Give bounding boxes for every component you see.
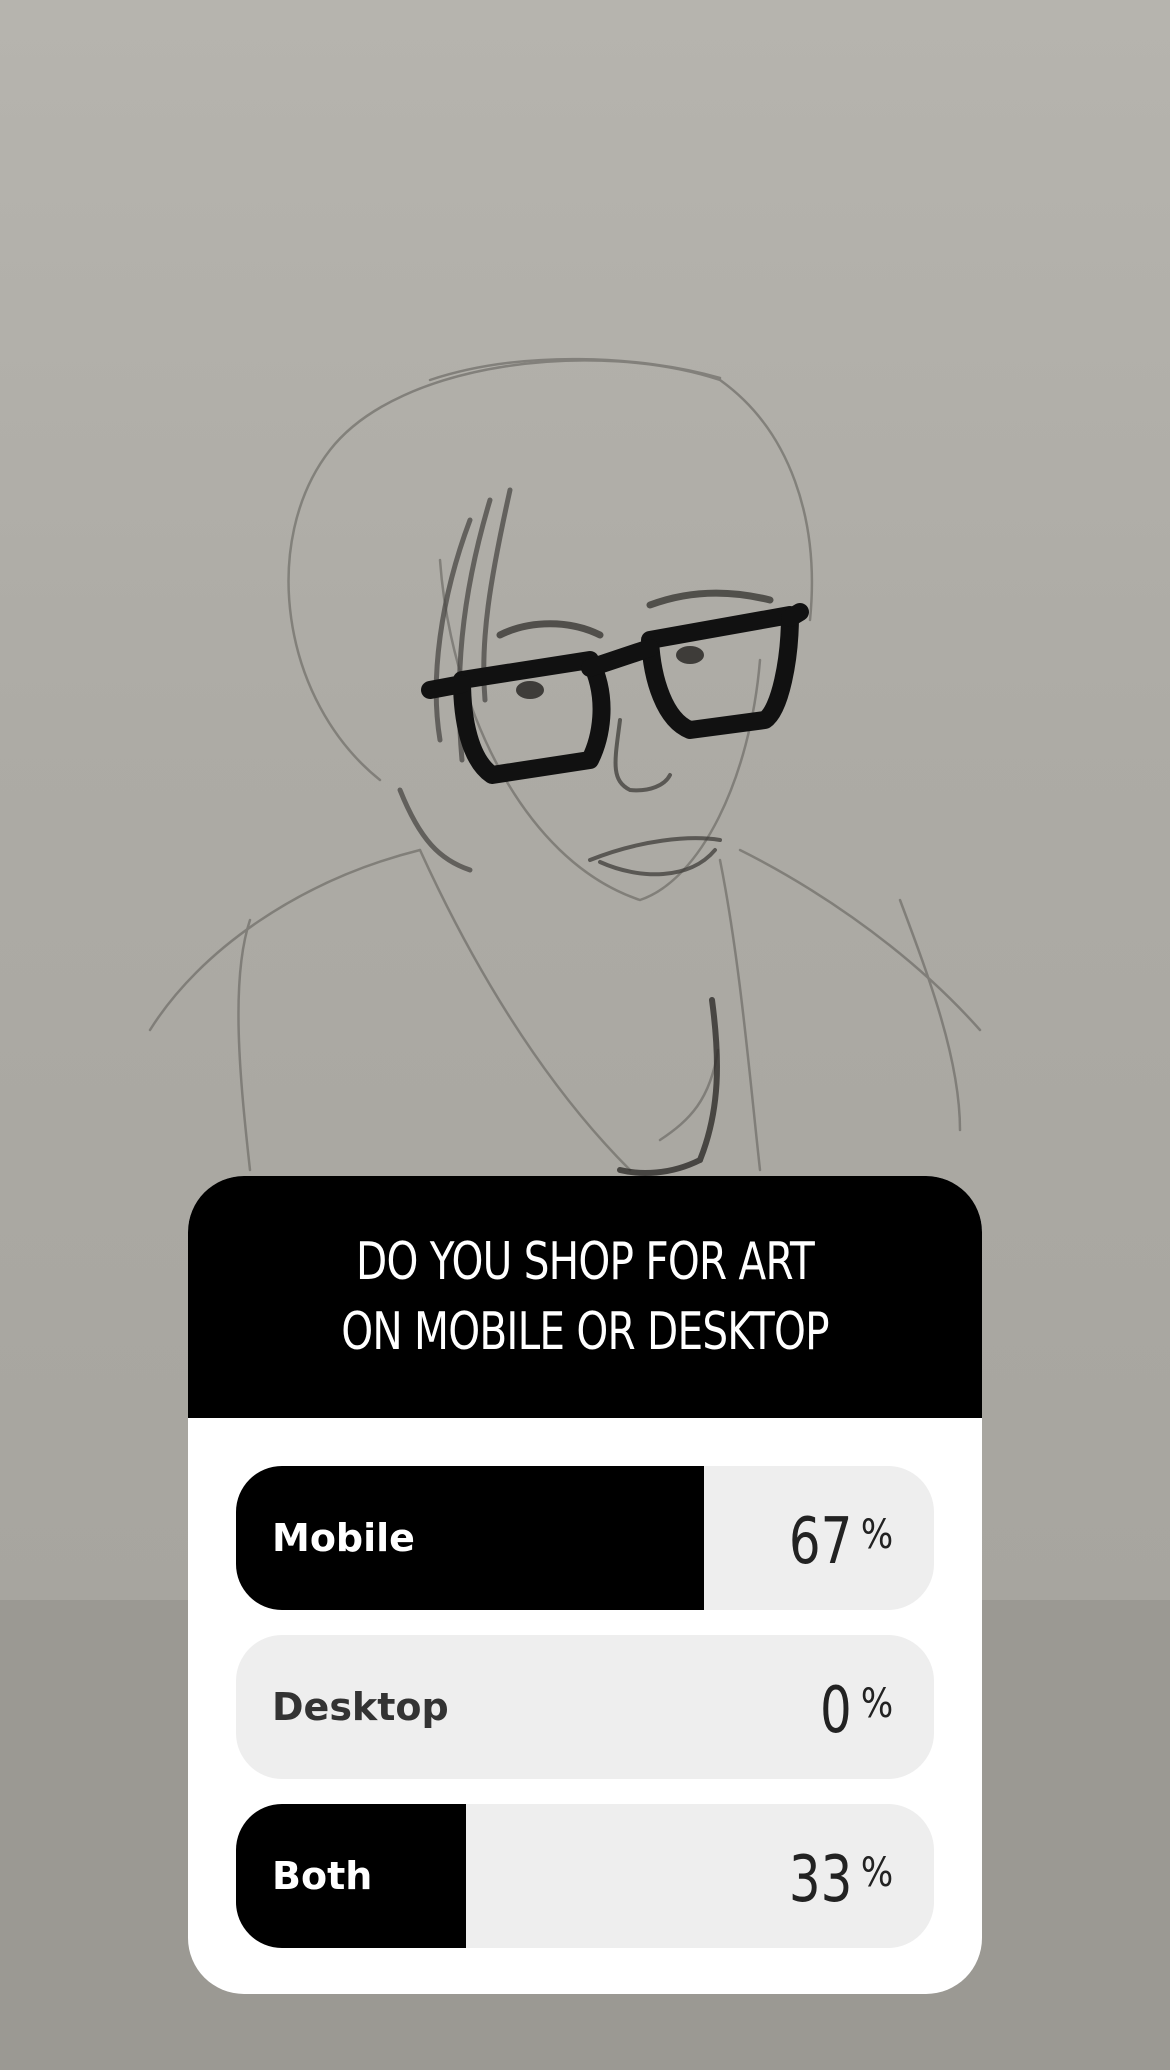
percent-sign: % — [860, 1512, 894, 1558]
poll-option-label: Both — [272, 1854, 373, 1898]
poll-option-both[interactable]: Both 33 % — [236, 1804, 934, 1948]
story-screen: DO YOU SHOP FOR ART ON MOBILE OR DESKTOP… — [0, 0, 1170, 2070]
poll-option-percent: 0 % — [811, 1635, 896, 1779]
poll-option-desktop[interactable]: Desktop 0 % — [236, 1635, 934, 1779]
poll-option-percent: 67 % — [771, 1466, 896, 1610]
poll-option-mobile[interactable]: Mobile 67 % — [236, 1466, 934, 1610]
percent-value: 0 — [820, 1674, 852, 1748]
percent-value: 67 — [788, 1505, 852, 1579]
poll-sticker: DO YOU SHOP FOR ART ON MOBILE OR DESKTOP… — [188, 1176, 982, 1994]
percent-value: 33 — [788, 1843, 852, 1917]
percent-sign: % — [860, 1681, 894, 1727]
poll-header: DO YOU SHOP FOR ART ON MOBILE OR DESKTOP — [188, 1176, 982, 1418]
poll-option-label: Mobile — [272, 1516, 415, 1560]
poll-question: DO YOU SHOP FOR ART ON MOBILE OR DESKTOP — [341, 1232, 829, 1362]
percent-sign: % — [860, 1850, 894, 1896]
poll-option-percent: 33 % — [771, 1804, 896, 1948]
poll-option-label: Desktop — [272, 1685, 449, 1729]
